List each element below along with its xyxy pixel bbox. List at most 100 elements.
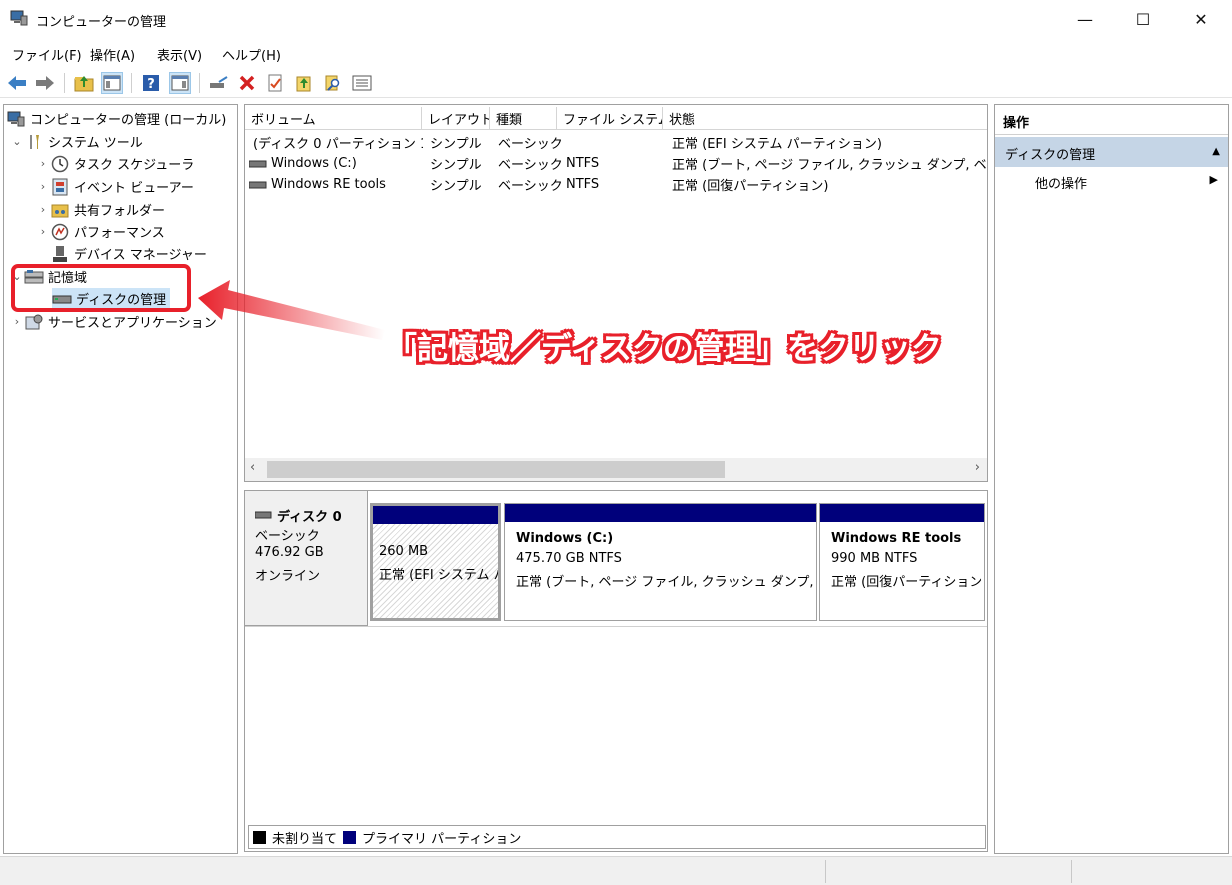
chevron-right-icon[interactable]: › bbox=[10, 315, 24, 328]
highlight-box bbox=[11, 264, 191, 312]
services-icon bbox=[24, 313, 44, 331]
layout-cell: シンプル bbox=[430, 179, 482, 194]
tree-label: コンピューターの管理 (ローカル) bbox=[30, 113, 227, 128]
event-viewer-icon bbox=[50, 178, 70, 196]
disk-name: ディスク 0 bbox=[277, 509, 342, 525]
forward-arrow-icon[interactable] bbox=[34, 72, 56, 94]
partition-size: 260 MB bbox=[379, 544, 429, 559]
legend-swatch-primary bbox=[343, 830, 357, 844]
column-header-layout[interactable]: レイアウト bbox=[422, 107, 490, 130]
menu-bar: ファイル(F) 操作(A) 表示(V) ヘルプ(H) bbox=[0, 41, 1232, 65]
chevron-right-icon[interactable]: › bbox=[36, 180, 50, 193]
partition-status: 正常 (EFI システム パーティション) bbox=[379, 568, 498, 583]
scroll-left-icon[interactable]: ‹ bbox=[250, 460, 255, 475]
scroll-right-icon[interactable]: › bbox=[975, 460, 980, 475]
callout-arrow bbox=[198, 280, 385, 340]
partition-efi[interactable]: 260 MB 正常 (EFI システム パーティション) bbox=[370, 503, 501, 621]
show-hide-action-pane-icon[interactable] bbox=[169, 72, 191, 94]
tree-item-root[interactable]: コンピューターの管理 (ローカル) bbox=[6, 108, 226, 129]
partition-size: 475.70 GB NTFS bbox=[516, 551, 622, 566]
layout-cell: シンプル bbox=[430, 158, 482, 173]
partition-body: Windows (C:) 475.70 GB NTFS 正常 (ブート, ページ… bbox=[508, 525, 813, 617]
volume-icon bbox=[249, 181, 267, 188]
tree-label: タスク スケジューラ bbox=[74, 158, 195, 173]
disk-type: ベーシック bbox=[255, 529, 320, 544]
list-view-icon[interactable] bbox=[351, 72, 373, 94]
tools-icon bbox=[24, 133, 44, 151]
section-label: ディスクの管理 bbox=[1005, 148, 1096, 163]
chevron-right-icon[interactable]: › bbox=[36, 157, 50, 170]
tree-item-event-viewer[interactable]: › イベント ビューアー bbox=[36, 176, 194, 197]
partition-status: 正常 (ブート, ページ ファイル, クラッシュ ダンプ, ベーシック データ … bbox=[516, 575, 813, 590]
scrollbar-thumb[interactable] bbox=[267, 461, 725, 478]
partition-status: 正常 (回復パーティション) bbox=[831, 575, 981, 590]
tree-item-device-manager[interactable]: デバイス マネージャー bbox=[50, 243, 207, 264]
type-cell: ベーシック bbox=[498, 158, 563, 173]
partition-windows-re[interactable]: Windows RE tools 990 MB NTFS 正常 (回復パーティシ… bbox=[819, 503, 985, 621]
partition-name: Windows RE tools bbox=[831, 531, 962, 546]
tree-item-performance[interactable]: › パフォーマンス bbox=[36, 221, 165, 242]
volume-name: (ディスク 0 パーティション 1) bbox=[253, 137, 423, 152]
legend: 未割り当て プライマリ パーティション bbox=[248, 825, 986, 849]
tree-label: イベント ビューアー bbox=[74, 181, 194, 196]
partition-bar bbox=[373, 506, 498, 524]
performance-icon bbox=[50, 223, 70, 241]
actions-title: 操作 bbox=[995, 105, 1228, 135]
chevron-right-icon[interactable]: › bbox=[36, 203, 50, 216]
help-icon[interactable]: ? bbox=[140, 72, 162, 94]
disk-size: 476.92 GB bbox=[255, 545, 324, 560]
chevron-right-icon[interactable]: › bbox=[36, 225, 50, 238]
disk-drive-icon bbox=[255, 511, 272, 519]
tree-item-services-apps[interactable]: › サービスとアプリケーション bbox=[10, 311, 217, 332]
svg-text:?: ? bbox=[147, 77, 155, 92]
partition-bar bbox=[505, 504, 816, 522]
other-actions[interactable]: 他の操作 bbox=[1035, 173, 1087, 192]
up-folder-icon[interactable] bbox=[73, 72, 95, 94]
column-header-filesystem[interactable]: ファイル システム bbox=[557, 107, 663, 130]
delete-icon[interactable] bbox=[236, 72, 258, 94]
submenu-arrow-icon[interactable]: ▶ bbox=[1210, 173, 1218, 186]
disk-state: オンライン bbox=[255, 569, 321, 584]
import-icon[interactable] bbox=[293, 72, 315, 94]
window-title: コンピューターの管理 bbox=[36, 15, 167, 30]
layout-cell: シンプル bbox=[430, 137, 482, 152]
status-bar bbox=[0, 856, 1232, 885]
disk-graph-view: ディスク 0 ベーシック 476.92 GB オンライン 260 MB 正常 (… bbox=[244, 490, 988, 852]
clock-icon bbox=[50, 155, 70, 173]
maximize-button[interactable]: ☐ bbox=[1114, 0, 1172, 38]
tree-label: パフォーマンス bbox=[74, 226, 165, 241]
column-header-type[interactable]: 種類 bbox=[490, 107, 557, 130]
title-bar: コンピューターの管理 — ☐ ✕ bbox=[0, 0, 1232, 38]
column-header-volume[interactable]: ボリューム bbox=[245, 107, 422, 130]
actions-section-disk-management[interactable]: ディスクの管理 ▲ bbox=[995, 137, 1228, 167]
menu-file[interactable]: ファイル(F) bbox=[12, 45, 82, 64]
menu-help[interactable]: ヘルプ(H) bbox=[222, 45, 281, 64]
minimize-button[interactable]: — bbox=[1056, 0, 1114, 38]
search-icon[interactable] bbox=[322, 72, 344, 94]
connect-drive-icon[interactable] bbox=[208, 72, 230, 94]
close-button[interactable]: ✕ bbox=[1172, 0, 1230, 38]
computer-management-icon bbox=[6, 110, 26, 128]
status-cell: 正常 (EFI システム パーティション) bbox=[672, 137, 882, 152]
column-header-status[interactable]: 状態 bbox=[663, 107, 987, 130]
partition-windows-c[interactable]: Windows (C:) 475.70 GB NTFS 正常 (ブート, ページ… bbox=[504, 503, 817, 621]
disk-info[interactable]: ディスク 0 ベーシック 476.92 GB オンライン bbox=[245, 491, 368, 626]
type-cell: ベーシック bbox=[498, 137, 563, 152]
properties-check-icon[interactable] bbox=[264, 72, 286, 94]
partition-bar bbox=[820, 504, 984, 522]
tree-item-task-scheduler[interactable]: › タスク スケジューラ bbox=[36, 153, 194, 174]
callout-text: 「記憶域／ディスクの管理」をクリック bbox=[386, 331, 942, 367]
tree-item-system-tools[interactable]: ⌄ システム ツール bbox=[10, 131, 143, 152]
menu-action[interactable]: 操作(A) bbox=[90, 45, 135, 64]
volume-icon bbox=[249, 160, 267, 167]
type-cell: ベーシック bbox=[498, 179, 563, 194]
back-arrow-icon[interactable] bbox=[6, 72, 28, 94]
show-hide-tree-icon[interactable] bbox=[101, 72, 123, 94]
partition-name: Windows (C:) bbox=[516, 531, 614, 546]
tree-label: デバイス マネージャー bbox=[74, 248, 207, 263]
menu-view[interactable]: 表示(V) bbox=[157, 45, 202, 64]
chevron-down-icon[interactable]: ⌄ bbox=[10, 135, 24, 148]
collapse-up-icon[interactable]: ▲ bbox=[1212, 146, 1220, 157]
tree-item-shared-folders[interactable]: › 共有フォルダー bbox=[36, 199, 165, 220]
horizontal-scrollbar[interactable]: ‹ › bbox=[245, 458, 987, 481]
